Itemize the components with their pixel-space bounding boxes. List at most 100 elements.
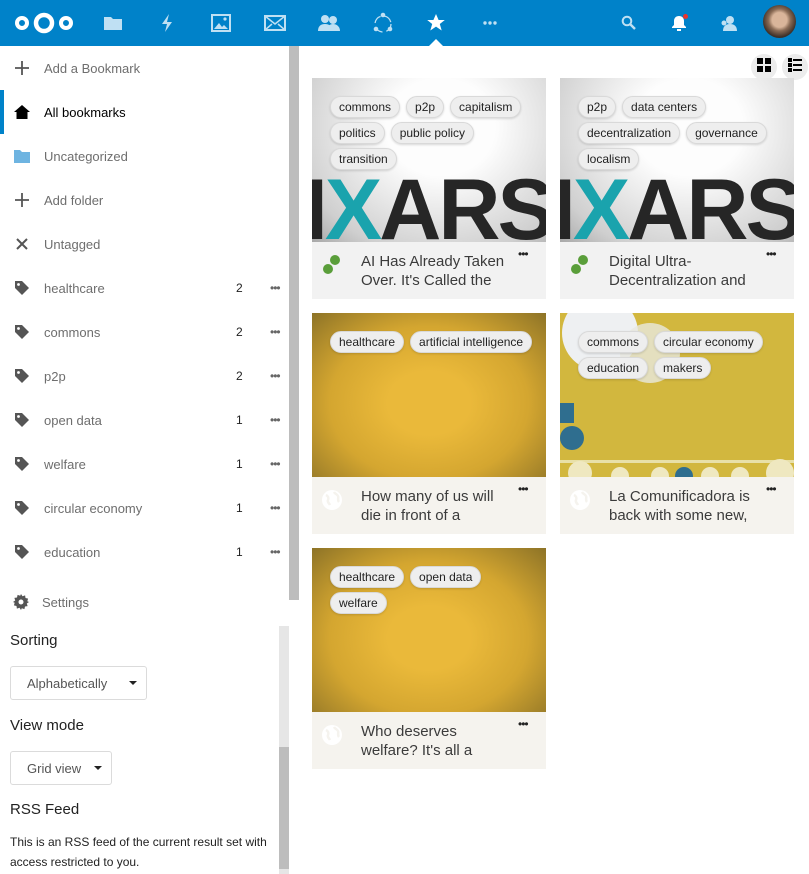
sidebar-tag-item[interactable]: healthcare 2 •••: [0, 266, 288, 310]
bookmark-tag[interactable]: commons: [330, 96, 401, 118]
bookmark-card[interactable]: commons circular economy education makers La…: [560, 313, 794, 534]
tag-menu-button[interactable]: •••: [270, 413, 281, 427]
user-avatar[interactable]: [763, 5, 796, 38]
sidebar-tag-item[interactable]: circular economy 1 •••: [0, 486, 288, 530]
sidebar-item-untagged[interactable]: Untagged: [0, 222, 288, 266]
bookmark-tag[interactable]: localism: [578, 148, 640, 170]
bookmark-tag[interactable]: data centers: [622, 96, 707, 118]
sidebar-scrollbar-thumb[interactable]: [289, 46, 299, 600]
nextcloud-logo[interactable]: [13, 10, 75, 36]
tag-label: circular economy: [44, 500, 143, 516]
bookmark-tag[interactable]: welfare: [330, 592, 387, 614]
bookmark-tag[interactable]: makers: [654, 357, 712, 379]
bookmark-tag[interactable]: p2p: [406, 96, 445, 118]
bookmark-tags: commons p2p capitalism politics public polic…: [330, 96, 540, 170]
settings-scrollbar-thumb[interactable]: [279, 747, 289, 869]
tag-menu-button[interactable]: •••: [270, 369, 281, 383]
bookmark-tag[interactable]: p2p: [578, 96, 617, 118]
search-icon[interactable]: [616, 10, 642, 36]
tag-count: 2: [236, 325, 243, 339]
bookmark-tag[interactable]: education: [578, 357, 649, 379]
mail-app-icon[interactable]: [262, 10, 288, 36]
sidebar-tag-item[interactable]: commons 2 •••: [0, 310, 288, 354]
globe-icon: [569, 489, 591, 511]
bookmark-thumbnail[interactable]: IXARS p2p data centers decentralization gove…: [560, 78, 794, 242]
settings-toggle[interactable]: Settings: [0, 581, 288, 625]
bookmark-tag[interactable]: public policy: [390, 122, 475, 144]
bookmark-menu-button[interactable]: •••: [518, 247, 529, 261]
tag-label: commons: [44, 324, 101, 340]
close-icon: [13, 235, 31, 253]
bookmark-tag[interactable]: governance: [686, 122, 767, 144]
tag-count: 2: [236, 369, 243, 383]
bookmark-tag[interactable]: healthcare: [330, 566, 405, 588]
plus-icon: [13, 59, 31, 77]
tag-menu-button[interactable]: •••: [270, 457, 281, 471]
globe-icon: [321, 724, 343, 746]
all-bookmarks-label: All bookmarks: [44, 104, 126, 120]
tag-count: 2: [236, 281, 243, 295]
bookmark-card[interactable]: IXARS p2p data centers decentralization gove…: [560, 78, 794, 299]
circles-app-icon[interactable]: [370, 10, 396, 36]
folder-icon: [13, 147, 31, 165]
bookmark-menu-button[interactable]: •••: [766, 247, 777, 261]
bookmark-thumbnail[interactable]: commons circular economy education makers: [560, 313, 794, 477]
grid-view-button[interactable]: [751, 54, 777, 80]
bookmark-card[interactable]: IXARS commons p2p capitalism politics public …: [312, 78, 546, 299]
bookmark-tag[interactable]: healthcare: [330, 331, 405, 353]
bookmark-tag[interactable]: decentralization: [578, 122, 681, 144]
bookmark-footer: Digital Ultra-Decentralization and •••: [560, 242, 794, 299]
sidebar-tag-item[interactable]: welfare 1 •••: [0, 442, 288, 486]
bookmarks-app-icon[interactable]: [423, 10, 449, 36]
bookmark-tag[interactable]: open data: [410, 566, 482, 588]
sorting-select[interactable]: Alphabetically: [10, 666, 147, 700]
bookmark-menu-button[interactable]: •••: [766, 482, 777, 496]
sidebar-tag-item[interactable]: education 1 •••: [0, 530, 288, 574]
bookmark-title[interactable]: La Comunificadora is back with some new,: [609, 487, 759, 525]
bookmark-thumbnail[interactable]: healthcare artificial intelligence: [312, 313, 546, 477]
bookmark-card[interactable]: healthcare artificial intelligence How man…: [312, 313, 546, 534]
tag-menu-button[interactable]: •••: [270, 281, 281, 295]
tag-icon: [13, 323, 31, 341]
sidebar-item-uncategorized[interactable]: Uncategorized: [0, 134, 288, 178]
sidebar-tag-item[interactable]: p2p 2 •••: [0, 354, 288, 398]
add-folder-button[interactable]: Add folder: [0, 178, 288, 222]
bookmark-thumbnail[interactable]: healthcare open data welfare: [312, 548, 546, 712]
tag-menu-button[interactable]: •••: [270, 325, 281, 339]
sorting-title: Sorting: [10, 632, 58, 649]
files-app-icon[interactable]: [100, 10, 126, 36]
bookmark-tag[interactable]: capitalism: [450, 96, 522, 118]
bookmark-thumbnail[interactable]: IXARS commons p2p capitalism politics public …: [312, 78, 546, 242]
tag-menu-button[interactable]: •••: [270, 545, 281, 559]
bookmark-title[interactable]: AI Has Already Taken Over. It's Called t…: [361, 252, 511, 290]
tag-menu-button[interactable]: •••: [270, 501, 281, 515]
bookmark-title[interactable]: How many of us will die in front of a: [361, 487, 511, 525]
bookmark-tag[interactable]: politics: [330, 122, 385, 144]
bookmark-tag[interactable]: commons: [578, 331, 649, 353]
untagged-label: Untagged: [44, 236, 101, 252]
bookmark-title[interactable]: Digital Ultra-Decentralization and: [609, 252, 759, 290]
add-bookmark-button[interactable]: Add a Bookmark: [0, 46, 288, 90]
bookmark-title[interactable]: Who deserves welfare? It's all a: [361, 722, 511, 760]
view-mode-title: View mode: [10, 717, 84, 734]
sidebar-tag-item[interactable]: open data 1 •••: [0, 398, 288, 442]
contacts-app-icon[interactable]: [316, 10, 342, 36]
active-app-indicator: [429, 39, 443, 46]
activity-app-icon[interactable]: [154, 10, 180, 36]
bookmark-menu-button[interactable]: •••: [518, 482, 529, 496]
bookmark-tag[interactable]: artificial intelligence: [410, 331, 533, 353]
list-view-button[interactable]: [782, 54, 808, 80]
contacts-menu-icon[interactable]: [716, 10, 742, 36]
sidebar-item-all-bookmarks[interactable]: All bookmarks: [0, 90, 288, 134]
tag-count: 1: [236, 501, 243, 515]
bookmark-menu-button[interactable]: •••: [518, 717, 529, 731]
gallery-app-icon[interactable]: [208, 10, 234, 36]
bookmark-tag[interactable]: transition: [330, 148, 397, 170]
bookmark-card[interactable]: healthcare open data welfare Who deserves w…: [312, 548, 546, 769]
tag-icon: [13, 543, 31, 561]
view-mode-select[interactable]: Grid view: [10, 751, 112, 785]
more-apps-icon[interactable]: [477, 10, 503, 36]
notifications-icon[interactable]: [666, 10, 692, 36]
bookmark-tag[interactable]: circular economy: [654, 331, 763, 353]
notification-badge: [683, 14, 688, 19]
